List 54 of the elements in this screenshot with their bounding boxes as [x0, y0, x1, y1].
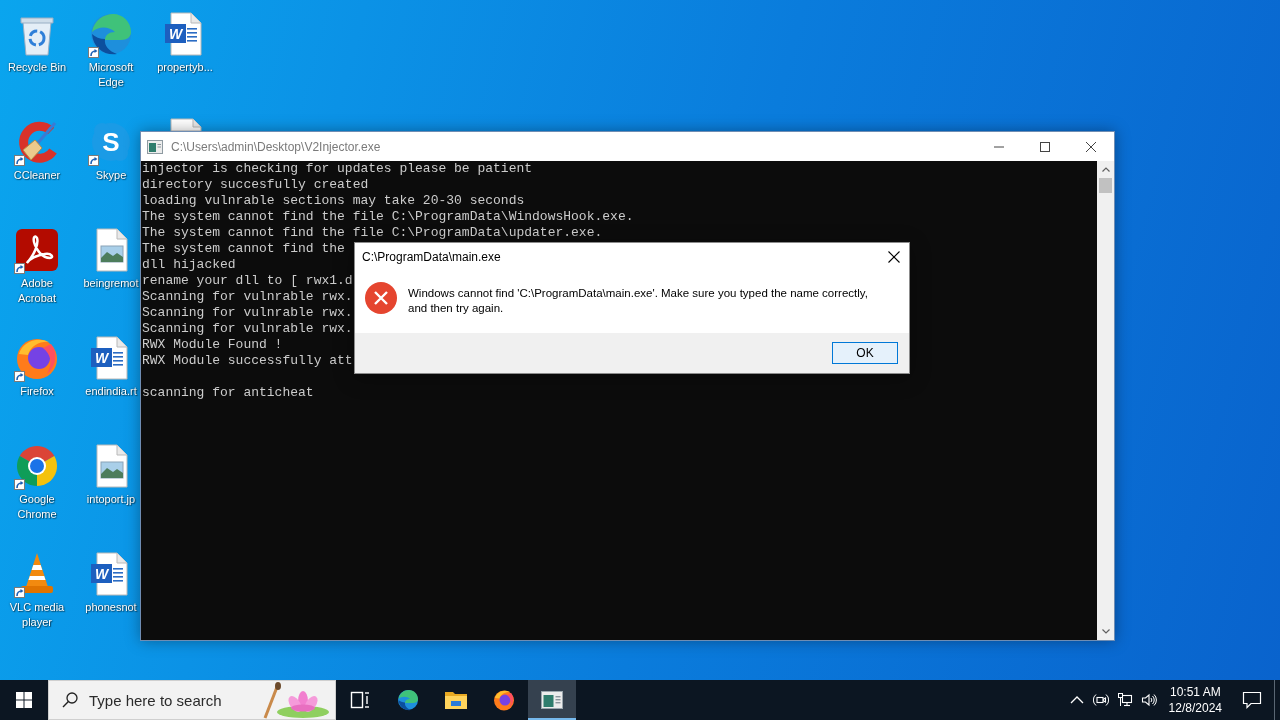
console-line: RWX Module Found ! — [142, 337, 283, 353]
windows-logo-icon — [16, 692, 32, 708]
console-line: Scanning for vulnrable rwx. — [142, 321, 353, 337]
firefox-icon — [492, 688, 516, 712]
search-icon[interactable] — [62, 692, 78, 708]
maximize-icon — [1040, 141, 1050, 152]
clock-time[interactable]: 10:51 AM — [1169, 684, 1221, 700]
video-camera-icon — [1092, 692, 1109, 708]
error-message: Windows cannot find 'C:\ProgramData\main.exe'. Make sure you typed the name correctly, and then try again. — [408, 286, 869, 316]
dialog-title: C:\ProgramData\main.exe — [362, 250, 501, 264]
console-line: Scanning for vulnrable rwx. — [142, 289, 353, 305]
edge-icon — [396, 688, 420, 712]
icon-label[interactable]: Adobe Acrobat — [3, 276, 71, 306]
icon-label[interactable]: Google Chrome — [3, 492, 71, 522]
console-line: RWX Module successfully att — [142, 353, 353, 369]
icon-label[interactable]: endindia.rt — [85, 384, 137, 399]
icon-label[interactable]: VLC media player — [3, 600, 71, 630]
icon-label[interactable]: intoport.jp — [86, 492, 136, 507]
dialog-button[interactable]: OK — [832, 342, 898, 364]
icon-label[interactable]: Microsoft Edge — [77, 60, 145, 90]
console-line: scanning for anticheat — [142, 385, 314, 401]
scroll-down-icon[interactable] — [1101, 629, 1110, 634]
console-line: The system cannot find the file C:\ProgramData\WindowsHook.exe. — [142, 209, 634, 225]
console-window-icon — [540, 688, 564, 712]
close-icon — [1086, 141, 1096, 152]
console-line: The system cannot find the — [142, 241, 345, 257]
console-line: directory succesfully created — [142, 177, 369, 193]
console-line: Scanning for vulnrable rwx. — [142, 305, 353, 321]
console-line: injector is checking for updates please be patient — [142, 161, 533, 177]
search-field[interactable]: Type here to search — [48, 680, 336, 720]
speaker-icon — [1140, 692, 1157, 708]
error-icon — [365, 282, 397, 314]
icon-label[interactable]: Skype — [95, 168, 127, 183]
window-title: C:\Users\admin\Desktop\V2Injector.exe — [171, 139, 382, 154]
console-line: loading vulnrable sections may take 20-30 seconds — [142, 193, 525, 209]
console-window-icon — [147, 138, 163, 155]
console-line: The system cannot find the file C:\ProgramData\updater.exe. — [142, 225, 603, 241]
icon-label[interactable]: Recycle Bin — [7, 60, 67, 75]
icon-label[interactable]: phonesnot — [85, 600, 137, 615]
icon-label[interactable]: Firefox — [20, 384, 54, 399]
scroll-up-icon[interactable] — [1101, 167, 1110, 172]
speech-bubble-icon — [1242, 691, 1262, 709]
icon-label[interactable]: propertyb... — [157, 60, 213, 75]
console-app-button[interactable] — [528, 680, 576, 720]
icon-label[interactable]: CCleaner — [13, 168, 61, 183]
scrollbar[interactable] — [1097, 161, 1114, 640]
scrollbar-thumb[interactable] — [1099, 178, 1112, 193]
console-line: dll hijacked — [142, 257, 236, 273]
icon-label[interactable]: beingremot — [83, 276, 139, 291]
console-line: rename your dll to [ rwx1.d — [142, 273, 353, 289]
clock-date[interactable]: 12/8/2024 — [1168, 700, 1222, 716]
close-icon — [888, 251, 900, 263]
acrobat-icon[interactable] — [13, 226, 61, 274]
network-icon — [1116, 692, 1133, 708]
